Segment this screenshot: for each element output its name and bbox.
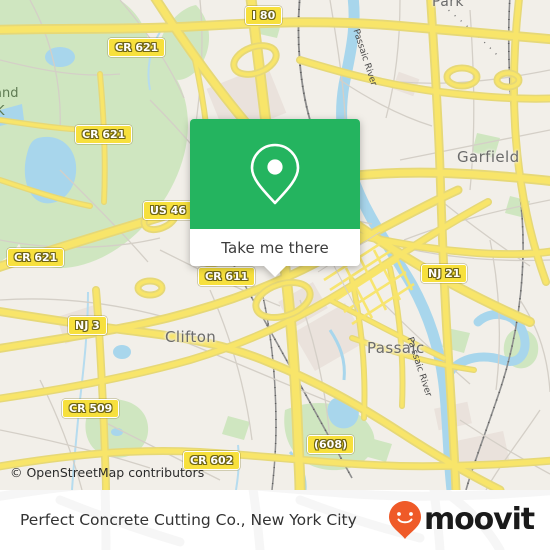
popup-icon-area — [190, 119, 360, 229]
park-label-partial-1: and — [0, 86, 19, 101]
map-canvas[interactable]: Garfield Clifton Passaic Park and K Pass… — [0, 0, 550, 490]
screenshot-root: Garfield Clifton Passaic Park and K Pass… — [0, 0, 550, 550]
shield-cr-509[interactable]: CR 509 — [62, 399, 120, 418]
shield-cr-621-a[interactable]: CR 621 — [108, 38, 166, 57]
shield-us-46[interactable]: US 46 — [143, 201, 193, 220]
page-title: Perfect Concrete Cutting Co., New York C… — [20, 511, 357, 529]
shield-cr-621-b[interactable]: CR 621 — [75, 125, 133, 144]
park-label-partial-2: K — [0, 104, 5, 119]
city-label-clifton: Clifton — [165, 328, 217, 346]
location-popup-card[interactable]: Take me there — [190, 119, 360, 277]
moovit-pin-icon — [388, 501, 421, 539]
popup-action-bar[interactable]: Take me there — [190, 229, 360, 277]
city-label-garfield: Garfield — [457, 148, 520, 166]
map-pin-icon — [250, 143, 300, 205]
shield-cr-621-c[interactable]: CR 621 — [7, 248, 65, 267]
shield-nj-21[interactable]: NJ 21 — [421, 264, 468, 283]
osm-attribution[interactable]: © OpenStreetMap contributors — [10, 465, 204, 480]
footer-bar: Perfect Concrete Cutting Co., New York C… — [0, 490, 550, 550]
take-me-there-label: Take me there — [221, 238, 329, 257]
shield-i-80[interactable]: I 80 — [245, 6, 283, 25]
city-label-park: Park — [432, 0, 464, 10]
shield-608[interactable]: (608) — [307, 435, 355, 454]
popup-pointer-tail — [264, 266, 286, 277]
moovit-logo[interactable]: moovit — [388, 500, 535, 540]
shield-nj-3[interactable]: NJ 3 — [68, 316, 107, 335]
moovit-wordmark: moovit — [423, 502, 535, 537]
shield-cr-611[interactable]: CR 611 — [198, 267, 256, 286]
